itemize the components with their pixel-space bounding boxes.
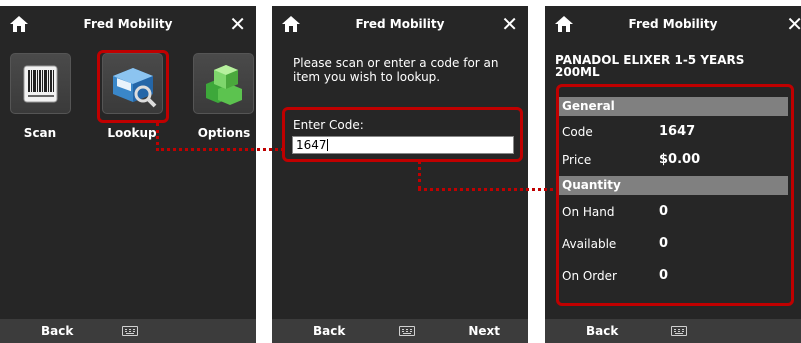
back-button[interactable]: Back — [313, 324, 345, 338]
lookup-screen: Fred Mobility ✕ Please scan or enter a c… — [272, 6, 528, 343]
keyboard-icon[interactable] — [122, 326, 138, 336]
bottom-bar: Back Next — [272, 319, 528, 343]
product-name: PANADOL ELIXER 1-5 YEARS 200ML — [555, 53, 745, 79]
close-icon[interactable]: ✕ — [229, 13, 246, 35]
instruction-text: Please scan or enter a code for an item … — [293, 56, 499, 84]
options-label: Options — [197, 126, 251, 140]
keyboard-icon[interactable] — [671, 326, 687, 336]
connector-line-2a — [418, 160, 421, 190]
title-bar: Fred Mobility ✕ — [272, 6, 528, 44]
connector-line-1b — [156, 148, 284, 151]
details-highlight — [556, 84, 794, 306]
title-bar: Fred Mobility ✕ — [0, 6, 256, 44]
connector-line-1a — [156, 123, 159, 151]
keyboard-icon[interactable] — [399, 326, 415, 336]
title-bar: Fred Mobility ✕ — [545, 6, 801, 44]
connector-line-2b — [418, 188, 559, 191]
back-button[interactable]: Back — [586, 324, 618, 338]
lookup-highlight — [97, 50, 169, 123]
scan-tile[interactable] — [10, 53, 71, 114]
home-screen: Fred Mobility ✕ Scan Lookup Options Back — [0, 6, 256, 343]
options-cubes-icon — [206, 65, 242, 105]
barcode-icon — [23, 65, 58, 103]
next-button[interactable]: Next — [468, 324, 500, 338]
app-title: Fred Mobility — [83, 17, 173, 31]
app-title: Fred Mobility — [355, 17, 445, 31]
code-highlight — [282, 107, 523, 162]
item-detail-screen: Fred Mobility ✕ PANADOL ELIXER 1-5 YEARS… — [545, 6, 801, 343]
bottom-bar: Back — [0, 319, 256, 343]
close-icon[interactable]: ✕ — [786, 13, 801, 35]
back-button[interactable]: Back — [41, 324, 73, 338]
options-tile[interactable] — [193, 53, 254, 114]
close-icon[interactable]: ✕ — [501, 13, 518, 35]
app-title: Fred Mobility — [628, 17, 718, 31]
scan-label: Scan — [23, 126, 57, 140]
bottom-bar: Back — [545, 319, 801, 343]
